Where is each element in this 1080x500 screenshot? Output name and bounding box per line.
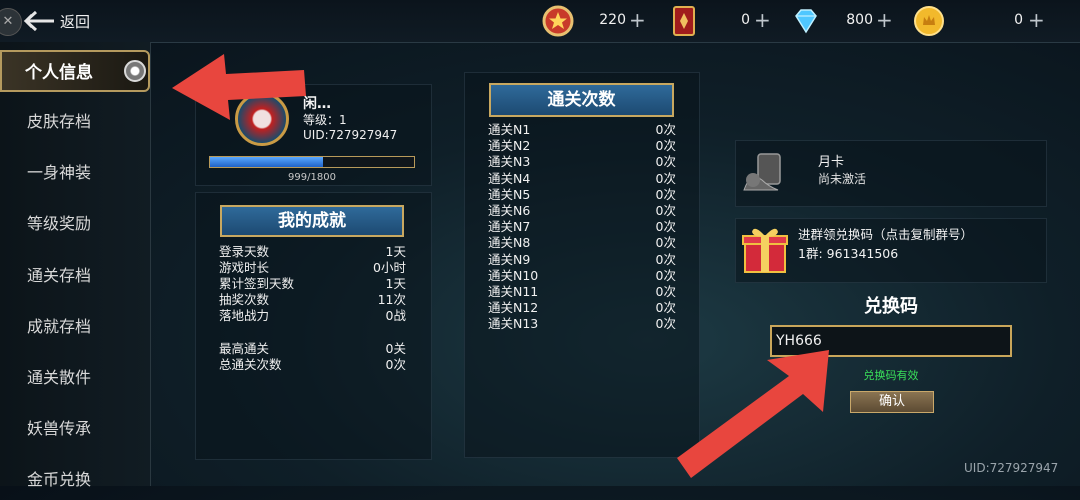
achievements-title: 我的成就 xyxy=(220,205,404,237)
group-title[interactable]: 进群领兑换码（点击复制群号） xyxy=(798,224,973,243)
clear-value: 0次 xyxy=(655,203,676,218)
clear-label: 通关N5 xyxy=(488,186,531,202)
xp-bar xyxy=(209,156,415,168)
clear-label: 通关N13 xyxy=(488,316,539,332)
currency-value-diamonds: 800 xyxy=(846,12,873,28)
sidebar-item-clear-save[interactable]: 通关存档 xyxy=(0,256,150,296)
xp-text: 999/1800 xyxy=(288,172,336,183)
gift-icon xyxy=(742,228,788,273)
currency-value-gold: 0 xyxy=(1014,12,1023,28)
achievement-label: 总通关次数 xyxy=(219,357,282,372)
achievement-value: 0战 xyxy=(385,308,406,323)
xp-bar-fill xyxy=(210,157,324,167)
gold-coin-icon xyxy=(914,6,944,36)
sidebar-item-clear-parts[interactable]: 通关散件 xyxy=(0,358,150,398)
selected-indicator-icon xyxy=(124,60,146,82)
redeem-title: 兑换码 xyxy=(864,296,918,317)
clear-label: 通关N11 xyxy=(488,284,539,299)
sidebar-item-full-gear[interactable]: 一身神装 xyxy=(0,153,150,193)
achievement-value: 0次 xyxy=(385,357,406,372)
clear-label: 通关N6 xyxy=(488,203,531,218)
clear-label: 通关N7 xyxy=(488,219,531,235)
clear-value: 0次 xyxy=(655,219,676,235)
clear-value: 0次 xyxy=(655,186,676,202)
group-number[interactable]: 1群: 961341506 xyxy=(798,243,898,262)
clear-value: 0次 xyxy=(655,300,676,316)
clear-value: 0次 xyxy=(655,154,676,170)
clear-label: 通关N2 xyxy=(488,138,531,154)
footer-uid: UID:727927947 xyxy=(964,461,1059,475)
clear-label: 通关N8 xyxy=(488,235,531,251)
annotation-arrow-left-icon xyxy=(172,54,306,120)
add-diamonds-button[interactable]: + xyxy=(876,8,893,32)
sidebar: 皮肤存档 一身神装 等级奖励 通关存档 成就存档 通关散件 妖兽传承 金币兑换 xyxy=(0,42,151,489)
achievement-label: 累计签到天数 xyxy=(219,276,295,291)
currency-value-badges: 220 xyxy=(599,12,626,28)
sidebar-item-profile-label: 个人信息 xyxy=(25,63,93,83)
clear-label: 通关N4 xyxy=(488,170,531,186)
sidebar-item-skin-save[interactable]: 皮肤存档 xyxy=(0,102,150,142)
clear-value: 0次 xyxy=(655,122,676,137)
clear-label: 通关N12 xyxy=(488,300,539,316)
achievement-value: 1天 xyxy=(385,276,406,291)
back-button[interactable]: 返回 xyxy=(60,11,90,32)
achievement-value: 11次 xyxy=(377,292,406,307)
currency-value-cards: 0 xyxy=(741,12,750,28)
clear-value: 0次 xyxy=(655,170,676,186)
back-arrow-icon[interactable] xyxy=(22,6,56,36)
achievement-label: 抽奖次数 xyxy=(219,292,270,307)
clear-value: 0次 xyxy=(655,284,676,299)
clear-value: 0次 xyxy=(655,267,676,283)
annotation-arrow-right-icon xyxy=(677,350,829,478)
clear-value: 0次 xyxy=(655,138,676,154)
month-card-icon xyxy=(743,153,781,191)
add-gold-button[interactable]: + xyxy=(1028,8,1045,32)
achievement-value: 0小时 xyxy=(373,260,406,275)
confirm-button[interactable]: 确认 xyxy=(850,391,934,413)
add-cards-button[interactable]: + xyxy=(754,8,771,32)
sidebar-item-achievement-save[interactable]: 成就存档 xyxy=(0,307,150,347)
sidebar-item-beast-inherit[interactable]: 妖兽传承 xyxy=(0,409,150,449)
achievement-value: 0关 xyxy=(385,341,406,356)
achievement-label: 游戏时长 xyxy=(219,260,270,275)
sidebar-item-gold-exchange[interactable]: 金币兑换 xyxy=(0,460,150,500)
clear-label: 通关N3 xyxy=(488,154,531,170)
clears-title: 通关次数 xyxy=(489,83,674,117)
clear-label: 通关N9 xyxy=(488,251,531,267)
achievement-label: 落地战力 xyxy=(219,308,270,323)
clear-value: 0次 xyxy=(655,316,676,332)
achievement-label: 登录天数 xyxy=(219,244,270,259)
sidebar-item-level-rewards[interactable]: 等级奖励 xyxy=(0,204,150,244)
add-badges-button[interactable]: + xyxy=(629,8,646,32)
achievement-label: 最高通关 xyxy=(219,341,270,356)
clear-value: 0次 xyxy=(655,251,676,267)
month-card-status: 尚未激活 xyxy=(818,172,867,186)
achievement-value: 1天 xyxy=(385,244,406,259)
clear-label: 通关N10 xyxy=(488,267,539,283)
month-card-title: 月卡 xyxy=(818,155,845,170)
player-uid: UID:727927947 xyxy=(303,128,398,142)
clear-value: 0次 xyxy=(655,235,676,251)
clear-label: 通关N1 xyxy=(488,122,531,137)
